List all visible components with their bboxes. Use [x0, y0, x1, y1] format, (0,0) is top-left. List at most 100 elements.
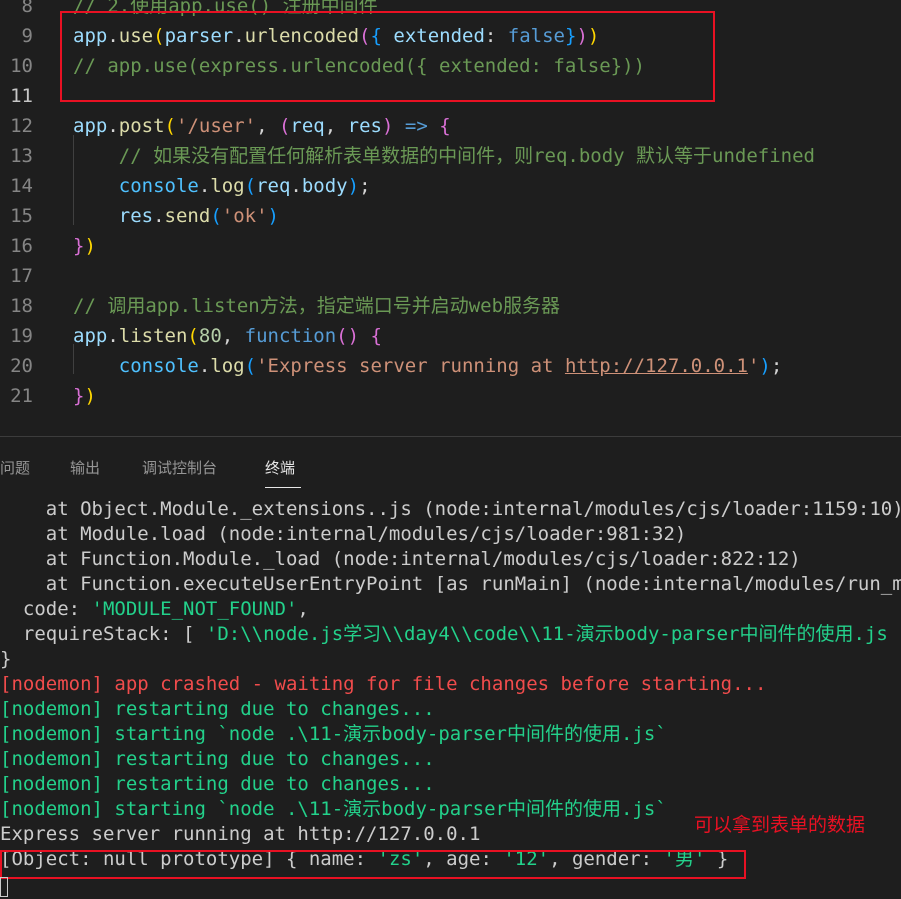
code-token: console: [118, 175, 199, 197]
terminal-text: at Function.executeUserEntryPoint [as ru…: [0, 573, 901, 595]
code-token: .: [107, 25, 119, 47]
terminal-text: }: [0, 648, 12, 670]
indent-guide: [73, 344, 74, 374]
code-token: body: [301, 175, 348, 197]
code-token: // 2.使用app.use() 注册中间件: [73, 0, 378, 17]
code-token: // app.use(express.urlencoded({ extended…: [73, 55, 645, 77]
tab-terminal[interactable]: 终端: [265, 457, 295, 479]
terminal-text: [Object: null prototype] { name:: [0, 848, 378, 870]
code-token: urlencoded: [244, 25, 360, 47]
code-editor[interactable]: 8// 2.使用app.use() 注册中间件 9 app.use(parser.u…: [0, 0, 901, 436]
indent-guide: [73, 135, 74, 225]
line-number: 21: [10, 385, 33, 407]
code-token: ): [347, 175, 360, 197]
code-token: {: [439, 115, 451, 137]
terminal-line: code: 'MODULE_NOT_FOUND',: [0, 597, 901, 622]
line-number: 14: [10, 175, 33, 197]
code-token: 80: [198, 325, 222, 347]
code-token: http://127.0.0.1: [564, 355, 748, 377]
active-tab-indicator: [265, 487, 301, 488]
code-token: :: [484, 25, 508, 47]
terminal-text: requireStack: [: [0, 623, 206, 645]
terminal-text: }: [705, 848, 729, 870]
code-token: }: [73, 235, 85, 257]
code-line[interactable]: 21}): [0, 381, 901, 411]
code-token: res: [118, 205, 154, 227]
code-line[interactable]: 16}): [0, 231, 901, 261]
terminal-line: [nodemon] app crashed - waiting for file…: [0, 672, 901, 697]
code-line[interactable]: 18 // 调用app.listen方法，指定端口号并启动web服务器: [0, 291, 901, 321]
code-line[interactable]: 9 app.use(parser.urlencoded({ extended: f…: [0, 21, 901, 51]
terminal-text: '男': [663, 848, 706, 870]
code-text: res.send('ok'): [73, 201, 279, 231]
code-text: app.use(parser.urlencoded({ extended: fa…: [73, 21, 599, 51]
code-token: ;: [770, 355, 783, 377]
code-token: {: [370, 25, 394, 47]
code-token: 'ok': [221, 205, 268, 227]
code-token: use: [118, 25, 154, 47]
code-token: listen: [118, 325, 188, 347]
code-token: .: [198, 175, 211, 197]
code-token: .: [233, 25, 245, 47]
line-number: 10: [10, 55, 33, 77]
code-token: post: [118, 115, 165, 137]
terminal-text: Express server running at http://127.0.0…: [0, 823, 481, 845]
line-number: 15: [10, 205, 33, 227]
code-token: (: [244, 355, 257, 377]
terminal-text: at Object.Module._extensions..js (node:i…: [0, 498, 901, 520]
code-token: ): [84, 235, 96, 257]
code-line[interactable]: 15 res.send('ok'): [0, 201, 901, 231]
terminal-text: ,: [297, 598, 309, 620]
bottom-panel: 问题 输出 调试控制台 终端 at Object.Module._extensi…: [0, 436, 901, 899]
code-line[interactable]: 14 console.log(req.body);: [0, 171, 901, 201]
code-line[interactable]: 8 // 2.使用app.use() 注册中间件: [0, 0, 901, 21]
code-token: }: [565, 25, 577, 47]
code-text: app.listen(80, function() {: [73, 321, 382, 351]
terminal-line: at Object.Module._extensions..js (node:i…: [0, 497, 901, 522]
code-line[interactable]: 11: [0, 81, 901, 111]
terminal-line: requireStack: [ 'D:\\node.js学习\\day4\\co…: [0, 622, 901, 647]
code-token: extended: [393, 25, 485, 47]
terminal-line: at Function.Module._load (node:internal/…: [0, 547, 901, 572]
code-text: app.post('/user', (req, res) => {: [73, 111, 451, 141]
code-token: ,: [221, 325, 245, 347]
tab-problems[interactable]: 问题: [0, 457, 30, 479]
terminal-text: , gender:: [549, 848, 664, 870]
code-token: send: [164, 205, 211, 227]
code-token: (: [153, 25, 165, 47]
tab-debug-console[interactable]: 调试控制台: [142, 457, 217, 479]
code-line[interactable]: 20 console.log('Express server running a…: [0, 351, 901, 381]
tab-output[interactable]: 输出: [70, 457, 100, 479]
line-number: 18: [10, 295, 33, 317]
code-token: '/user': [176, 115, 257, 137]
code-token: parser: [164, 25, 234, 47]
code-token: app: [73, 325, 108, 347]
code-token: (: [244, 175, 257, 197]
code-token: log: [210, 355, 245, 377]
panel-tabs: 问题 输出 调试控制台 终端: [0, 437, 901, 495]
code-line[interactable]: 12 app.post('/user', (req, res) => {: [0, 111, 901, 141]
line-number: 17: [10, 265, 33, 287]
code-token: req: [256, 175, 291, 197]
code-line[interactable]: 17: [0, 261, 901, 291]
line-number: 9: [21, 25, 33, 47]
code-line[interactable]: 19 app.listen(80, function() {: [0, 321, 901, 351]
code-token: {: [370, 325, 382, 347]
terminal-text: [nodemon] app crashed - waiting for file…: [0, 673, 767, 695]
code-token: ,: [256, 115, 279, 137]
code-token: req: [290, 115, 325, 137]
code-text: // app.use(express.urlencoded({ extended…: [73, 51, 645, 81]
code-token: (: [164, 115, 176, 137]
terminal-line: }: [0, 647, 901, 672]
code-token: function: [244, 325, 337, 347]
code-line[interactable]: 13 // 如果没有配置任何解析表单数据的中间件，则req.body 默认等于u…: [0, 141, 901, 171]
terminal[interactable]: at Object.Module._extensions..js (node:i…: [0, 497, 901, 899]
code-token: ): [381, 115, 394, 137]
code-line[interactable]: 10 // app.use(express.urlencoded({ extend…: [0, 51, 901, 81]
terminal-line: [nodemon] restarting due to changes...: [0, 697, 901, 722]
terminal-text: 'D:\\node.js学习\\day4\\code\\11-演示body-pa…: [205, 623, 888, 645]
